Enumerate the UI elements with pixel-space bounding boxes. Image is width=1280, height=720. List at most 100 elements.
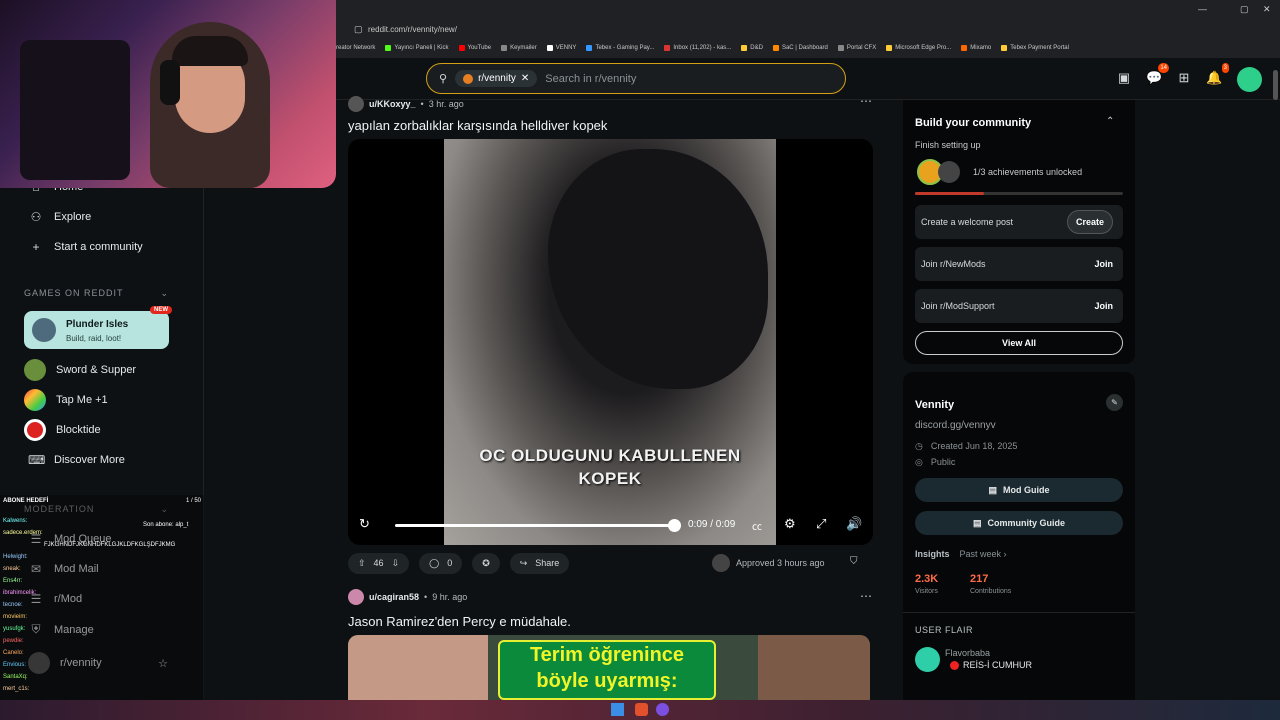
sidebar-game-blocktide[interactable]: Blocktide [24, 419, 101, 441]
flair-username: Flavorbaba [945, 648, 991, 658]
post-title[interactable]: Jason Ramirez'den Percy e müdahale. [348, 614, 571, 629]
captions-icon[interactable]: ㏄ [752, 518, 762, 533]
create-button[interactable]: Create [1066, 210, 1113, 234]
sidebar-item-start-community[interactable]: + Start a community [28, 240, 142, 254]
plus-icon: + [32, 240, 40, 254]
featured-game-card[interactable]: Plunder Isles Build, raid, loot! NEW [24, 306, 172, 349]
tab-icon[interactable]: ▢ [354, 24, 363, 35]
taskbar [0, 700, 1280, 720]
bookmark[interactable]: Microsoft Edge Pro... [886, 45, 951, 51]
search-input[interactable]: Search in r/vennity [545, 73, 636, 85]
folder-icon [886, 45, 893, 51]
bookmark[interactable]: Mixamo [961, 45, 991, 51]
flair-tag[interactable]: REİS-İ CUMHUR [950, 660, 1032, 670]
community-filter-chip[interactable]: r/vennity ✕ [455, 70, 538, 87]
bookmark[interactable]: Tebex - Gaming Pay... [586, 45, 654, 51]
task-welcome-post[interactable]: Create a welcome post Create [915, 205, 1123, 239]
search-bar[interactable]: ⚲ r/vennity ✕ Search in r/vennity [426, 63, 846, 94]
bookmark[interactable]: SaC | Dashboard [772, 45, 828, 51]
chat-user: Envious: [3, 662, 27, 668]
volume-icon[interactable]: 🔊 [846, 516, 862, 532]
close-icon[interactable]: ✕ [521, 73, 529, 84]
bookmark[interactable]: reator Network [336, 45, 375, 51]
more-options-icon[interactable]: ⋯ [860, 589, 872, 603]
app-icon[interactable] [656, 703, 669, 716]
chat-user: Kalwens: [3, 518, 28, 524]
sidebar-game-sword[interactable]: Sword & Supper [24, 359, 136, 381]
join-button[interactable]: Join [1094, 259, 1113, 269]
address-bar[interactable]: reddit.com/r/vennity/new/ [368, 22, 908, 38]
bookmark[interactable]: Yayıncı Paneli | Kick [385, 45, 449, 51]
achievement-progress-fill [915, 192, 984, 195]
downvote-icon[interactable]: ⇩ [392, 558, 400, 569]
maximize-icon[interactable]: ▢ [1240, 4, 1249, 15]
bookmark[interactable]: Inbox (11,202) - kas... [664, 45, 731, 51]
task-join-newmods[interactable]: Join r/NewMods Join [915, 247, 1123, 281]
chip-label: r/vennity [478, 73, 516, 84]
approved-label: Approved 3 hours ago [736, 558, 825, 568]
comment-icon: ◯ [429, 557, 440, 568]
mod-guide-button[interactable]: ▤ Mod Guide [915, 478, 1123, 502]
post-title[interactable]: yapılan zorbalıklar karşısında helldiver… [348, 118, 607, 133]
insights-label: Insights [915, 549, 950, 559]
award-icon: ✪ [482, 557, 490, 568]
divider [903, 612, 1135, 613]
bookmark[interactable]: Tebex Payment Portal [1001, 45, 1069, 51]
bookmark[interactable]: VENNY [546, 45, 576, 51]
sidebar-item-explore[interactable]: ⚇ Explore [28, 210, 92, 224]
comments-button[interactable]: ◯ 0 [419, 552, 463, 574]
notification-bell-icon[interactable]: 🔔 3 [1206, 63, 1229, 86]
sidebar-game-tapme[interactable]: Tap Me +1 [24, 389, 108, 411]
flag-icon [950, 660, 959, 670]
share-button[interactable]: ↪ Share [509, 552, 570, 574]
user-avatar[interactable] [348, 589, 364, 605]
post-author[interactable]: u/cagiran58 [369, 592, 419, 602]
flair-avatar[interactable] [915, 647, 940, 672]
upvote-icon[interactable]: ⇧ [358, 558, 366, 569]
award-button[interactable]: ✪ [472, 552, 500, 574]
bookmark[interactable]: D&D [741, 45, 763, 51]
join-button[interactable]: Join [1094, 301, 1113, 311]
user-avatar[interactable] [1237, 67, 1262, 92]
explore-icon: ⚇ [30, 210, 42, 224]
bookmark[interactable]: Portal CFX [837, 45, 876, 51]
brave-icon[interactable] [635, 703, 648, 716]
post-thumbnail[interactable]: Terim öğrenince böyle uyarmış: [348, 635, 870, 700]
video-progress-bar[interactable] [395, 524, 675, 527]
user-flair-header: USER FLAIR [915, 625, 974, 635]
close-icon[interactable]: ✕ [1263, 4, 1271, 15]
thumbnail-person-right [758, 635, 870, 700]
banner-line: Terim öğrenince [529, 644, 685, 666]
mixamo-icon [961, 45, 968, 51]
games-section-header[interactable]: GAMES ON REDDIT ⌄ [24, 288, 169, 299]
windows-start-icon[interactable] [611, 703, 624, 716]
task-join-modsupport[interactable]: Join r/ModSupport Join [915, 289, 1123, 323]
insights-period-dropdown[interactable]: Past week › [960, 549, 1007, 559]
webcam-overlay [0, 0, 336, 188]
community-name: Vennity [915, 399, 955, 411]
post-author[interactable]: u/KKoxyy_ [369, 99, 416, 109]
replay-icon[interactable]: ↻ [359, 516, 370, 532]
minimize-icon[interactable]: — [1198, 4, 1207, 14]
view-all-button[interactable]: View All [915, 331, 1123, 355]
chevron-up-icon[interactable]: ⌃ [1106, 116, 1114, 127]
panel-subtitle: Finish setting up [915, 140, 981, 150]
sidebar-discover-more[interactable]: ⌨ Discover More [28, 453, 125, 467]
chat-icon[interactable]: 💬 14 [1146, 63, 1169, 86]
page-scrollbar[interactable] [1273, 70, 1278, 100]
more-options-icon[interactable]: ⋯ [860, 94, 872, 108]
video-player[interactable]: OC OLDUGUNU KABULLENEN KOPEK [348, 139, 873, 545]
create-post-icon[interactable]: ⊞ [1176, 70, 1192, 86]
advertise-icon[interactable]: ▣ [1116, 70, 1132, 86]
created-row: ◷ Created Jun 18, 2025 [915, 441, 1017, 452]
bookmark[interactable]: YouTube [458, 45, 491, 51]
fullscreen-icon[interactable]: ⤢ [816, 516, 826, 532]
user-avatar[interactable] [348, 96, 364, 112]
mod-shield-icon[interactable]: ⛉ [850, 556, 858, 567]
community-guide-button[interactable]: ▤ Community Guide [915, 511, 1123, 535]
bookmark[interactable]: Keymailer [501, 45, 537, 51]
edit-icon[interactable]: ✎ [1106, 394, 1123, 411]
video-progress-handle[interactable] [668, 519, 681, 532]
folder-icon [741, 45, 748, 51]
settings-icon[interactable]: ⚙ [784, 516, 796, 532]
